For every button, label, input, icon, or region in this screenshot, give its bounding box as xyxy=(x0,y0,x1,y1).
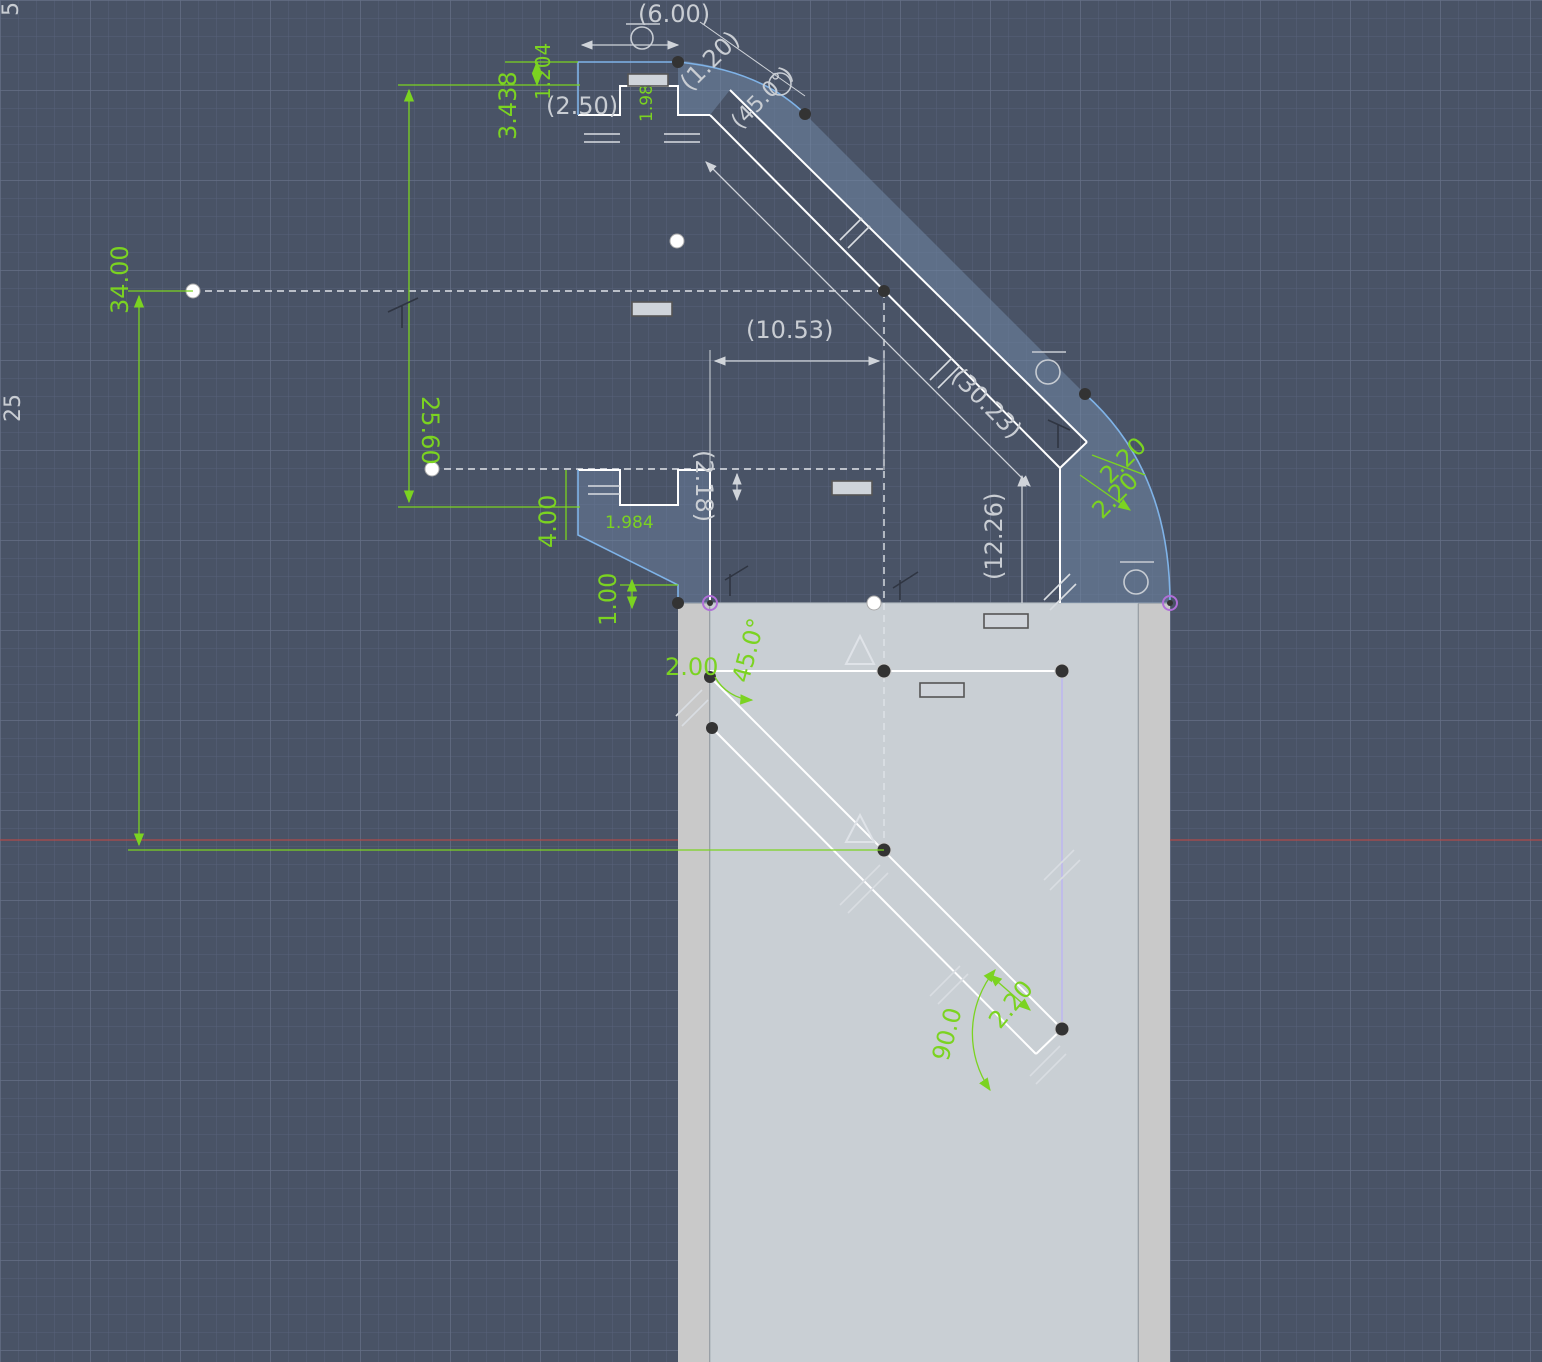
inner-face xyxy=(710,603,1138,1362)
dimension-text-34[interactable]: 34.00 xyxy=(106,245,134,314)
reference-text-12-26[interactable]: (12.26) xyxy=(980,493,1008,580)
dimension-text-3-438[interactable]: 3.438 xyxy=(494,71,522,140)
sketch-svg[interactable]: 34.00 25.60 4.00 1.00 3.438 1.204 1.984 … xyxy=(0,0,1542,1362)
dimension-text-25-60[interactable]: 25.60 xyxy=(416,396,444,465)
dimension-text-4-00[interactable]: 4.00 xyxy=(534,495,562,548)
dimension-text-2-00[interactable]: 2.00 xyxy=(665,653,718,681)
dimension-text-1-00[interactable]: 1.00 xyxy=(594,573,622,626)
ruler-label-top: 5 xyxy=(0,2,24,16)
driven-dimension-1-984-mid[interactable]: 1.984 xyxy=(605,513,654,533)
reference-text-10-53[interactable]: (10.53) xyxy=(746,316,833,344)
reference-text-2-18[interactable]: (2.18) xyxy=(690,450,718,522)
reference-text-2-50[interactable]: (2.50) xyxy=(546,92,618,120)
driven-dimension-3-438[interactable]: 3.438 xyxy=(494,71,522,140)
reference-dimension-2-50[interactable]: (2.50) xyxy=(546,92,618,120)
dimension-text-1-984-mid[interactable]: 1.984 xyxy=(605,513,654,533)
body-left-edge xyxy=(678,603,710,1362)
body-right-edge xyxy=(1138,603,1170,1362)
ruler-label-mid: 25 xyxy=(1,394,26,422)
driven-dimension-2-00[interactable]: 2.00 xyxy=(665,653,718,681)
sketch-canvas[interactable]: 34.00 25.60 4.00 1.00 3.438 1.204 1.984 … xyxy=(0,0,1542,1362)
